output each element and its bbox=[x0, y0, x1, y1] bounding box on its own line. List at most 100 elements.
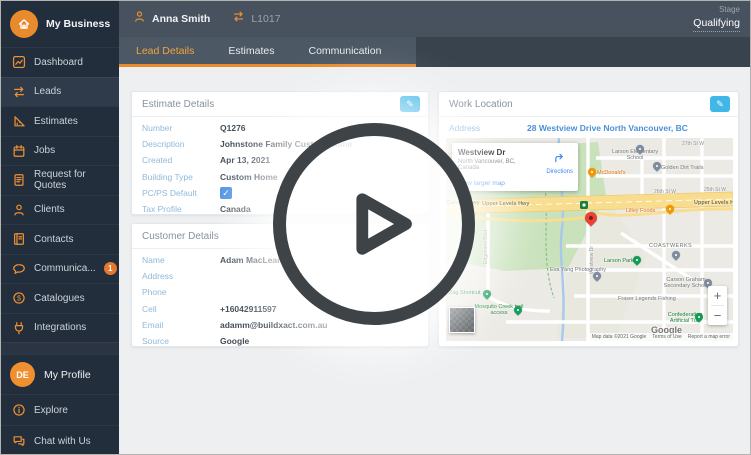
zoom-in-button[interactable]: + bbox=[708, 286, 727, 305]
contact-name[interactable]: Anna Smith bbox=[152, 13, 210, 25]
stage-value-dropdown[interactable]: Qualifying bbox=[693, 17, 740, 32]
lead-swap-icon bbox=[232, 10, 245, 28]
tab-estimates[interactable]: Estimates bbox=[211, 45, 291, 57]
sidebar-item-label: Estimates bbox=[34, 115, 78, 127]
notification-badge: 1 bbox=[103, 262, 117, 276]
work-address-link[interactable]: 28 Westview Drive North Vancouver, BC bbox=[527, 123, 688, 133]
tab-bar: Lead Details Estimates Communication bbox=[119, 37, 750, 67]
street-view-thumbnail[interactable] bbox=[449, 307, 475, 333]
edit-estimate-button[interactable]: ✎ bbox=[400, 96, 420, 112]
play-icon bbox=[356, 193, 412, 255]
zoom-out-button[interactable]: − bbox=[708, 306, 727, 325]
field-value: Q1276 bbox=[220, 123, 246, 134]
user-avatar: DE bbox=[10, 362, 35, 387]
sidebar-item-clients[interactable]: Clients bbox=[1, 194, 119, 225]
brand-logo-icon bbox=[10, 10, 38, 38]
sidebar-item-label: Jobs bbox=[34, 145, 56, 157]
svg-text:$: $ bbox=[17, 296, 21, 303]
map-place-label: Larson Park bbox=[604, 258, 634, 264]
sidebar-item-my-profile[interactable]: DE My Profile bbox=[1, 354, 119, 394]
field-value: Custom Home bbox=[220, 171, 278, 182]
field-label: Address bbox=[142, 271, 174, 282]
my-profile-label: My Profile bbox=[44, 368, 91, 381]
sidebar-item-jobs[interactable]: Jobs bbox=[1, 135, 119, 166]
pcps-default-checkbox[interactable]: ✓ bbox=[220, 186, 232, 199]
field-label: Description bbox=[142, 139, 185, 150]
sidebar-item-dashboard[interactable]: Dashboard bbox=[1, 47, 119, 77]
directions-button[interactable]: Directions bbox=[546, 150, 573, 175]
sidebar-item-catalogues[interactable]: $ Catalogues bbox=[1, 283, 119, 313]
sidebar-item-label: Chat with Us bbox=[34, 435, 91, 447]
sidebar-item-label: Communica... bbox=[34, 263, 96, 275]
map-place-label: McDonald's bbox=[597, 170, 626, 176]
contacts-book-icon bbox=[12, 232, 26, 246]
map-road-label: 26th St W bbox=[654, 189, 676, 195]
map-info-window: Westview Dr North Vancouver, BC, Canada … bbox=[452, 143, 578, 191]
leads-icon bbox=[12, 85, 26, 99]
map-attribution: Map data ©2021 Google Terms of Use Repor… bbox=[588, 333, 733, 341]
field-row-source: Source Google bbox=[132, 333, 428, 349]
edit-work-location-button[interactable]: ✎ bbox=[710, 96, 730, 112]
sidebar-item-label: Request for Quotes bbox=[34, 169, 86, 192]
card-title: Estimate Details bbox=[142, 98, 215, 110]
sidebar-item-label: Contacts bbox=[34, 233, 74, 245]
brand-name: My Business bbox=[46, 18, 111, 30]
sidebar-item-label: Integrations bbox=[34, 322, 87, 334]
sidebar-item-estimates[interactable]: Estimates bbox=[1, 106, 119, 136]
video-play-button[interactable] bbox=[273, 123, 475, 325]
communications-bubble-icon bbox=[12, 262, 26, 276]
map-place-label: COASTWERKS bbox=[649, 243, 693, 249]
sidebar-item-label: Clients bbox=[34, 204, 65, 216]
map-place-label: Lilley Foods bbox=[626, 208, 656, 214]
jobs-calendar-icon bbox=[12, 144, 26, 158]
map-place-label: Fraser Legends Fishing bbox=[618, 296, 676, 302]
map-highway-label: Upper Levels Hwy bbox=[482, 201, 530, 207]
sidebar-item-leads[interactable]: Leads bbox=[1, 76, 119, 106]
pencil-icon: ✎ bbox=[406, 98, 414, 109]
sidebar-item-contacts[interactable]: Contacts bbox=[1, 224, 119, 254]
map-road-label: 25th St W bbox=[704, 187, 726, 193]
catalogues-dollar-icon: $ bbox=[12, 291, 26, 305]
request-for-quotes-icon bbox=[12, 173, 26, 187]
field-label: Email bbox=[142, 319, 164, 330]
field-label: Cell bbox=[142, 303, 157, 314]
map-place-label: Zag Shortcut bbox=[449, 290, 481, 296]
work-location-card: Work Location ✎ Address 28 Westview Driv… bbox=[438, 91, 739, 347]
clients-icon bbox=[12, 203, 26, 217]
google-map[interactable]: 27th St W 26th St W 25th St W Upper Leve… bbox=[446, 138, 733, 341]
info-window-subtitle: North Vancouver, BC, Canada bbox=[458, 159, 516, 171]
directions-label: Directions bbox=[546, 169, 573, 175]
map-place-label: Confederation Artificial Turf bbox=[667, 312, 703, 325]
map-road-label: Edgemont Blvd bbox=[483, 230, 489, 264]
app-window: My Business Dashboard Leads Estimates Jo… bbox=[0, 0, 751, 455]
lead-id: L1017 bbox=[251, 13, 281, 25]
field-label: Phone bbox=[142, 287, 167, 298]
field-label: Tax Profile bbox=[142, 204, 182, 215]
tab-lead-details[interactable]: Lead Details bbox=[119, 45, 211, 57]
sidebar-item-chat-with-us[interactable]: Chat with Us bbox=[1, 425, 119, 454]
field-value: adamm@buildxact.com.au bbox=[220, 319, 328, 330]
sidebar-item-label: Explore bbox=[34, 404, 68, 416]
field-label: Created bbox=[142, 155, 173, 166]
sidebar-item-label: Leads bbox=[34, 86, 62, 98]
integrations-plug-icon bbox=[12, 321, 26, 335]
brand[interactable]: My Business bbox=[1, 1, 119, 47]
report-map-error-link[interactable]: Report a map error bbox=[688, 334, 730, 340]
top-header: Anna Smith L1017 Stage Qualifying bbox=[119, 1, 750, 37]
field-value: Canada bbox=[220, 204, 251, 215]
sidebar: My Business Dashboard Leads Estimates Jo… bbox=[1, 1, 119, 454]
field-value: Google bbox=[220, 336, 250, 347]
sidebar-item-integrations[interactable]: Integrations bbox=[1, 312, 119, 343]
directions-icon bbox=[555, 153, 564, 163]
sidebar-item-explore[interactable]: Explore bbox=[1, 394, 119, 425]
sidebar-item-communications[interactable]: Communica... 1 bbox=[1, 253, 119, 284]
chat-icon bbox=[12, 434, 26, 448]
terms-of-use-link[interactable]: Terms of Use bbox=[652, 334, 681, 340]
stage-label: Stage bbox=[719, 5, 740, 14]
tab-communication[interactable]: Communication bbox=[291, 45, 398, 57]
sidebar-item-request-for-quotes[interactable]: Request for Quotes bbox=[1, 165, 119, 195]
field-label: PC/PS Default bbox=[142, 187, 197, 198]
card-title: Work Location bbox=[449, 98, 513, 110]
map-place-label: Golden Dirt Trails bbox=[661, 165, 704, 171]
tab-container: Lead Details Estimates Communication bbox=[119, 37, 416, 67]
